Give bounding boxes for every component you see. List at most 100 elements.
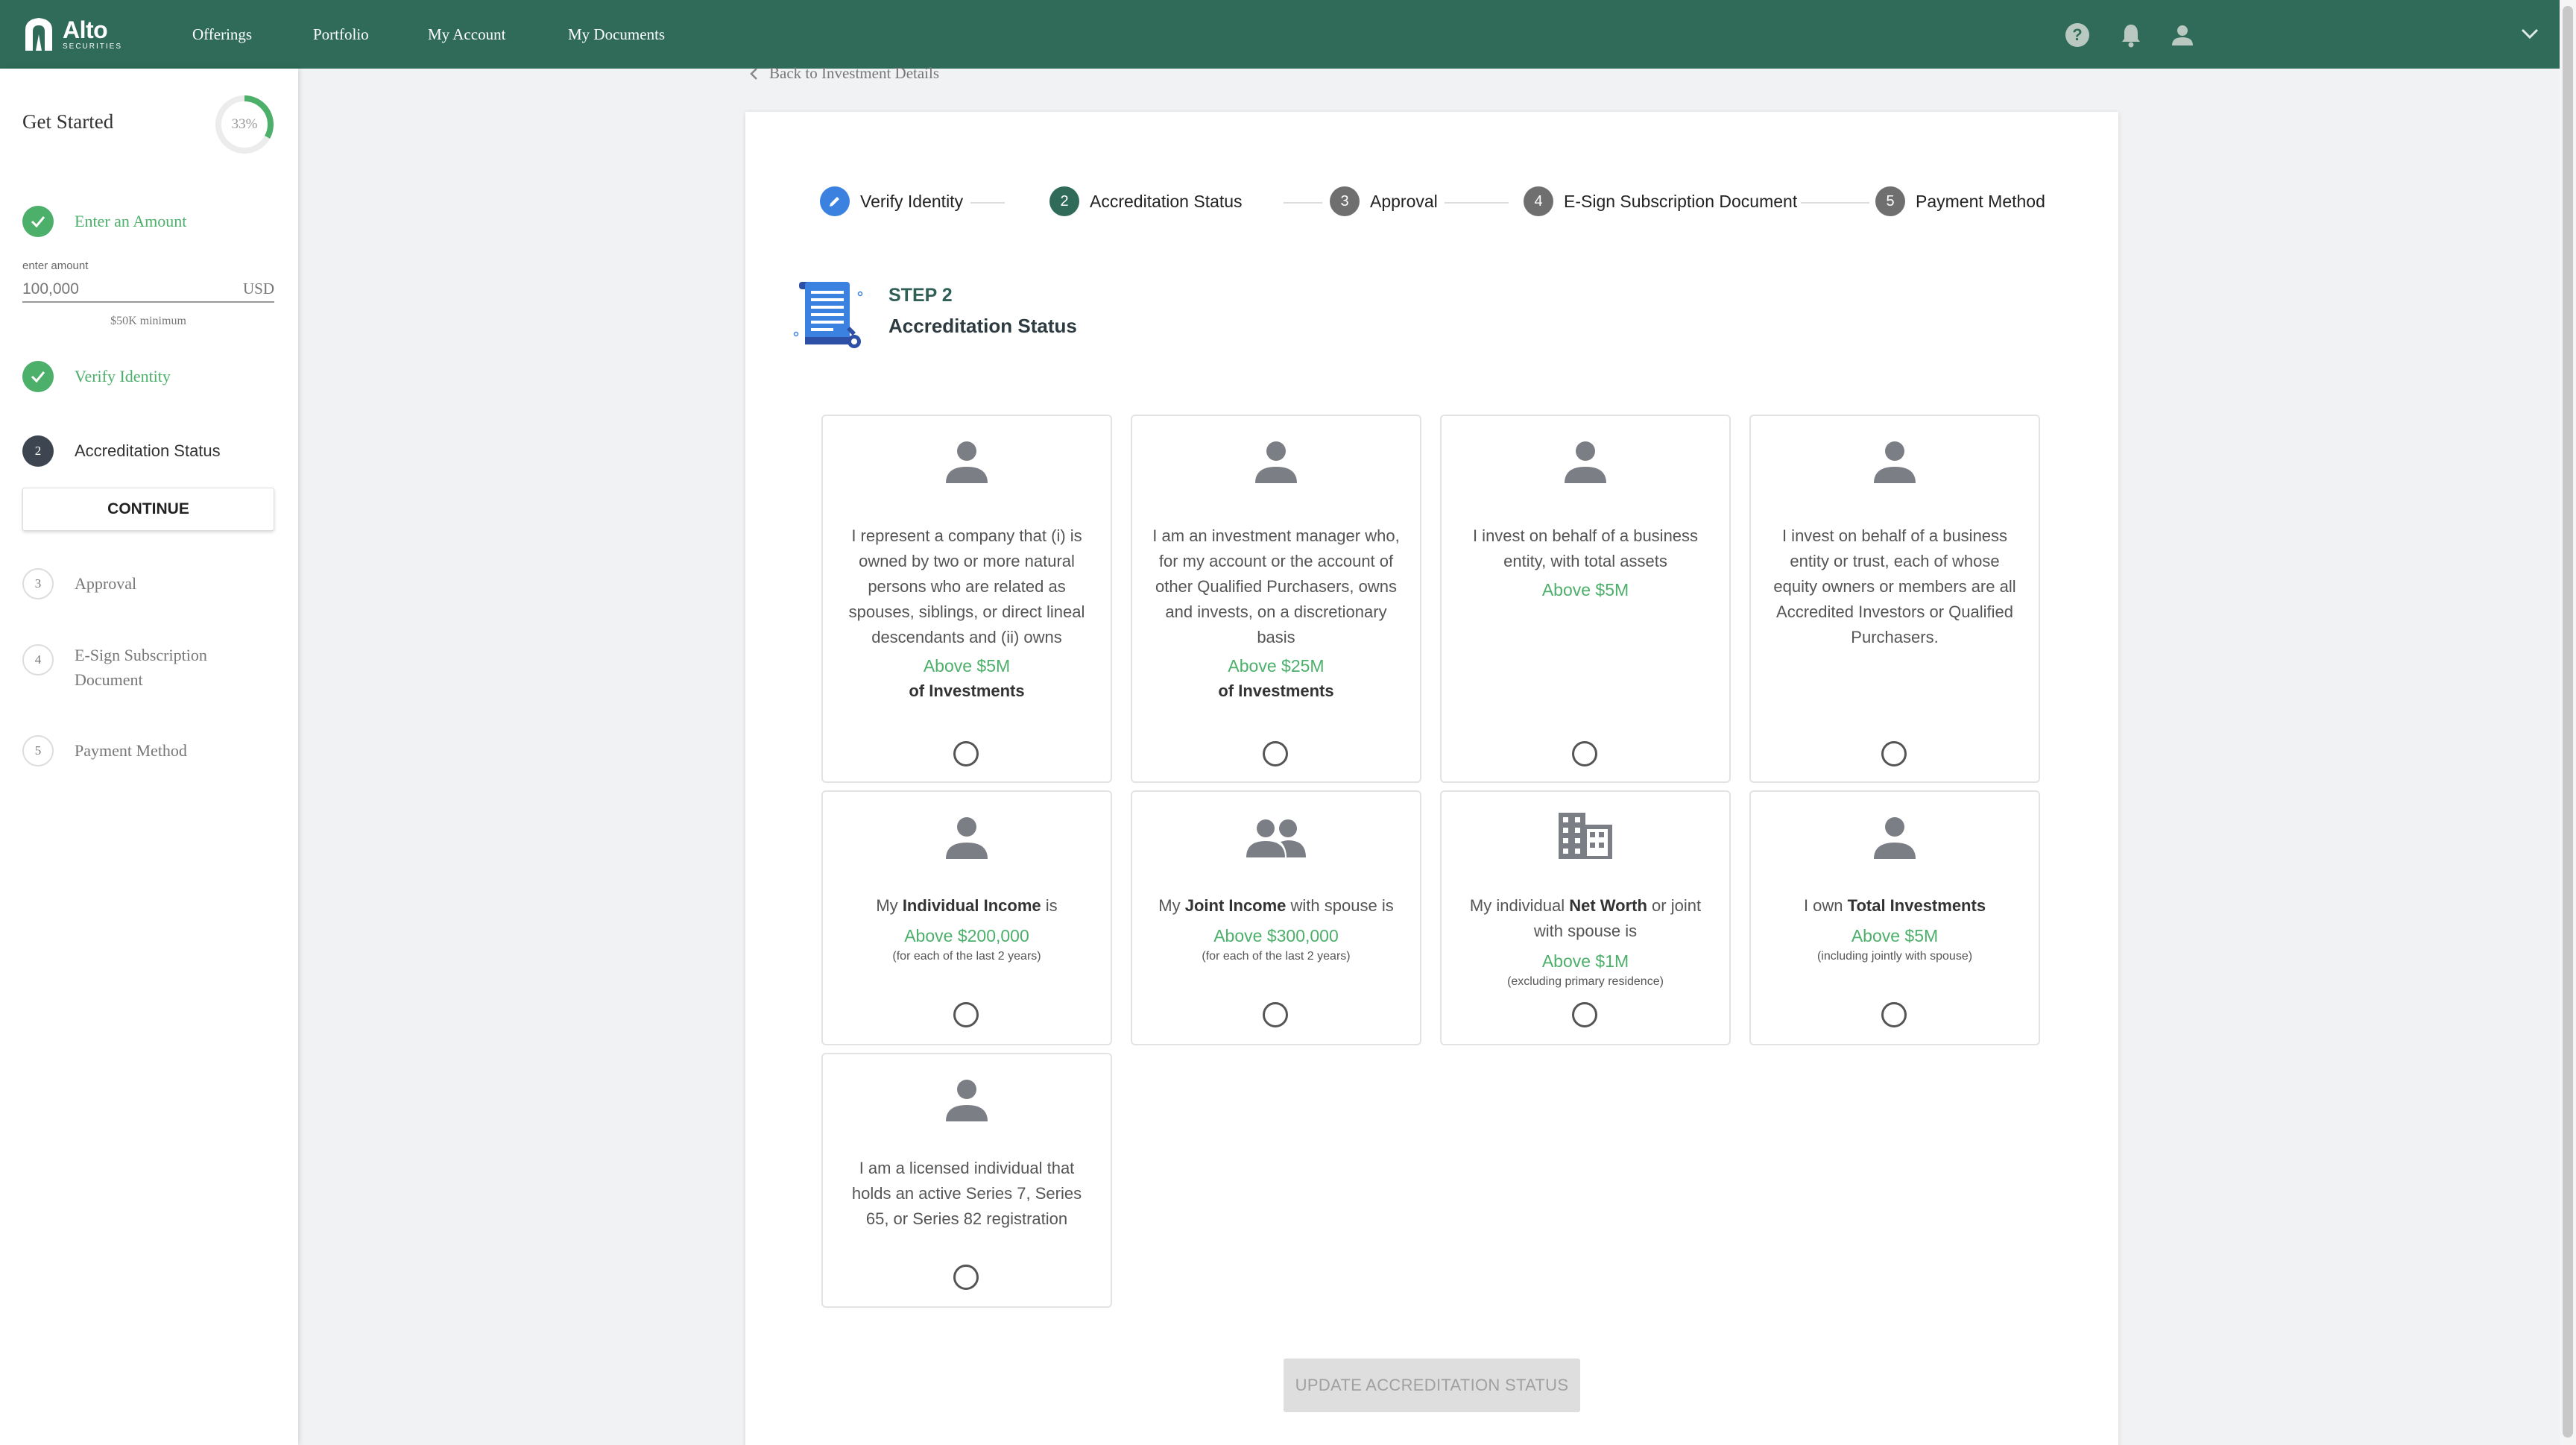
sidebar-step-label: Payment Method (75, 741, 187, 760)
stepper-step-approval[interactable]: 3 Approval (1330, 186, 1438, 216)
amount-input[interactable]: 100,000 USD (22, 277, 274, 303)
stepper-step-accreditation-status[interactable]: 2 Accreditation Status (1049, 186, 1243, 216)
option-threshold: Above $300,000 (1213, 926, 1339, 945)
sidebar-step-accreditation-status[interactable]: 2 Accreditation Status (22, 435, 221, 467)
stepper-number: 5 (1875, 186, 1905, 216)
accreditation-option-family-company[interactable]: I represent a company that (i) is owned … (821, 415, 1112, 783)
option-radio[interactable] (1572, 741, 1597, 766)
option-text-bold: Joint Income (1184, 896, 1287, 915)
option-threshold: Above $1M (1541, 951, 1629, 971)
option-threshold: Above $5M (923, 656, 1011, 676)
stepper-label: Accreditation Status (1090, 191, 1243, 211)
option-threshold: Above $200,000 (904, 926, 1029, 945)
option-description: I invest on behalf of a business entity … (1773, 526, 2016, 646)
nav-portfolio[interactable]: Portfolio (313, 25, 369, 44)
brand-sub: SECURITIES (63, 42, 123, 51)
accreditation-option-investment-manager[interactable]: I am an investment manager who, for my a… (1131, 415, 1421, 783)
nav-offerings[interactable]: Offerings (192, 25, 252, 44)
sidebar-step-esign[interactable]: 4 E-Sign Subscription Document (22, 644, 207, 692)
stepper-step-esign[interactable]: 4 E-Sign Subscription Document (1524, 186, 1797, 216)
option-threshold-suffix: of Investments (909, 681, 1025, 700)
person-icon (1874, 817, 1916, 859)
option-note: (including jointly with spouse) (1816, 950, 1973, 963)
stepper-label: Approval (1370, 191, 1438, 211)
option-radio[interactable] (953, 1265, 979, 1290)
option-radio[interactable] (1881, 1002, 1907, 1027)
nav-my-documents[interactable]: My Documents (568, 25, 665, 44)
progress-percent: 33% (231, 116, 258, 132)
stepper-label: E-Sign Subscription Document (1564, 191, 1798, 211)
step-number-label: STEP 2 (888, 285, 953, 306)
page-scrollbar[interactable] (2560, 0, 2576, 1445)
accreditation-option-net-worth[interactable]: My individual Net Worth or joint with sp… (1440, 790, 1731, 1045)
option-text-post: with spouse is (1286, 896, 1394, 915)
edit-pencil-icon (820, 186, 850, 216)
option-description: I invest on behalf of a business entity,… (1472, 526, 1699, 570)
option-radio[interactable] (953, 1002, 979, 1027)
sidebar-step-enter-amount[interactable]: Enter an Amount (22, 206, 186, 237)
step-number-badge: 2 (22, 435, 54, 467)
option-radio[interactable] (1263, 1002, 1288, 1027)
stepper-connector (970, 202, 1005, 204)
person-icon (946, 441, 988, 483)
option-radio[interactable] (1263, 741, 1288, 766)
accreditation-option-total-investments[interactable]: I own Total Investments Above $5M (inclu… (1749, 790, 2040, 1045)
continue-button[interactable]: CONTINUE (22, 488, 274, 531)
sidebar-step-verify-identity[interactable]: Verify Identity (22, 361, 171, 392)
option-radio[interactable] (1572, 1002, 1597, 1027)
alto-logo[interactable]: Alto SECURITIES (22, 16, 122, 52)
svg-text:?: ? (2072, 25, 2082, 44)
option-description: My Joint Income with spouse is (1152, 893, 1401, 919)
option-description: I represent a company that (i) is owned … (848, 526, 1085, 646)
top-navigation-bar: Alto SECURITIES Offerings Portfolio My A… (0, 0, 2576, 69)
accreditation-card: Verify Identity 2 Accreditation Status 3… (745, 112, 2118, 1445)
stepper-connector (1445, 202, 1509, 204)
stepper-label: Payment Method (1916, 191, 2045, 211)
scrollbar-thumb[interactable] (2563, 6, 2573, 1438)
sidebar-step-payment-method[interactable]: 5 Payment Method (22, 735, 187, 766)
sidebar-step-label: E-Sign Subscription (75, 646, 207, 664)
option-text-bold: Total Investments (1847, 896, 1986, 915)
update-accreditation-status-button[interactable]: UPDATE ACCREDITATION STATUS (1284, 1359, 1580, 1412)
sidebar-step-approval[interactable]: 3 Approval (22, 568, 136, 599)
nav-my-account[interactable]: My Account (428, 25, 505, 44)
option-note: (for each of the last 2 years) (1202, 950, 1351, 963)
option-threshold: Above $25M (1228, 656, 1325, 676)
stepper-number: 4 (1524, 186, 1553, 216)
sidebar-step-label: Accreditation Status (75, 441, 221, 460)
stepper-number: 2 (1049, 186, 1079, 216)
option-description: My Individual Income is (842, 893, 1091, 919)
sidebar-step-label: Verify Identity (75, 367, 171, 385)
option-description: I am an investment manager who, for my a… (1152, 526, 1400, 646)
option-text-pre: My (1158, 896, 1185, 915)
user-account-icon[interactable] (2170, 22, 2195, 48)
accreditation-option-licensed-individual[interactable]: I am a licensed individual that holds an… (821, 1053, 1112, 1308)
option-radio[interactable] (1881, 741, 1907, 766)
stepper-label: Verify Identity (860, 191, 964, 211)
chevron-left-icon (750, 67, 757, 80)
document-scroll-icon (793, 282, 863, 348)
step-title: Accreditation Status (888, 315, 1077, 337)
back-to-investment-details-link[interactable]: Back to Investment Details (748, 64, 939, 83)
stepper-number: 3 (1330, 186, 1360, 216)
accreditation-option-joint-income[interactable]: My Joint Income with spouse is Above $30… (1131, 790, 1421, 1045)
sidebar-title: Get Started (22, 110, 114, 133)
chevron-down-icon[interactable] (2519, 25, 2540, 42)
stepper-connector (1801, 202, 1869, 204)
option-radio[interactable] (953, 741, 979, 766)
stepper-step-verify-identity[interactable]: Verify Identity (820, 186, 963, 216)
onboarding-sidebar: Get Started 33% Enter an Amount enter am… (0, 69, 298, 1445)
amount-field-label: enter amount (22, 259, 89, 272)
stepper-step-payment-method[interactable]: 5 Payment Method (1875, 186, 2045, 216)
option-text-pre: My (876, 896, 903, 915)
sidebar-step-label: Approval (75, 574, 137, 593)
help-icon[interactable]: ? (2065, 22, 2090, 48)
accreditation-option-business-entity-assets[interactable]: I invest on behalf of a business entity,… (1440, 415, 1731, 783)
option-threshold-suffix: of Investments (1218, 681, 1334, 700)
accreditation-option-individual-income[interactable]: My Individual Income is Above $200,000 (… (821, 790, 1112, 1045)
alto-logo-icon (25, 18, 52, 51)
accreditation-option-entity-all-accredited[interactable]: I invest on behalf of a business entity … (1749, 415, 2040, 783)
step-number-badge: 3 (22, 568, 54, 599)
option-description: I own Total Investments (1770, 893, 2019, 919)
notification-bell-icon[interactable] (2118, 22, 2144, 48)
